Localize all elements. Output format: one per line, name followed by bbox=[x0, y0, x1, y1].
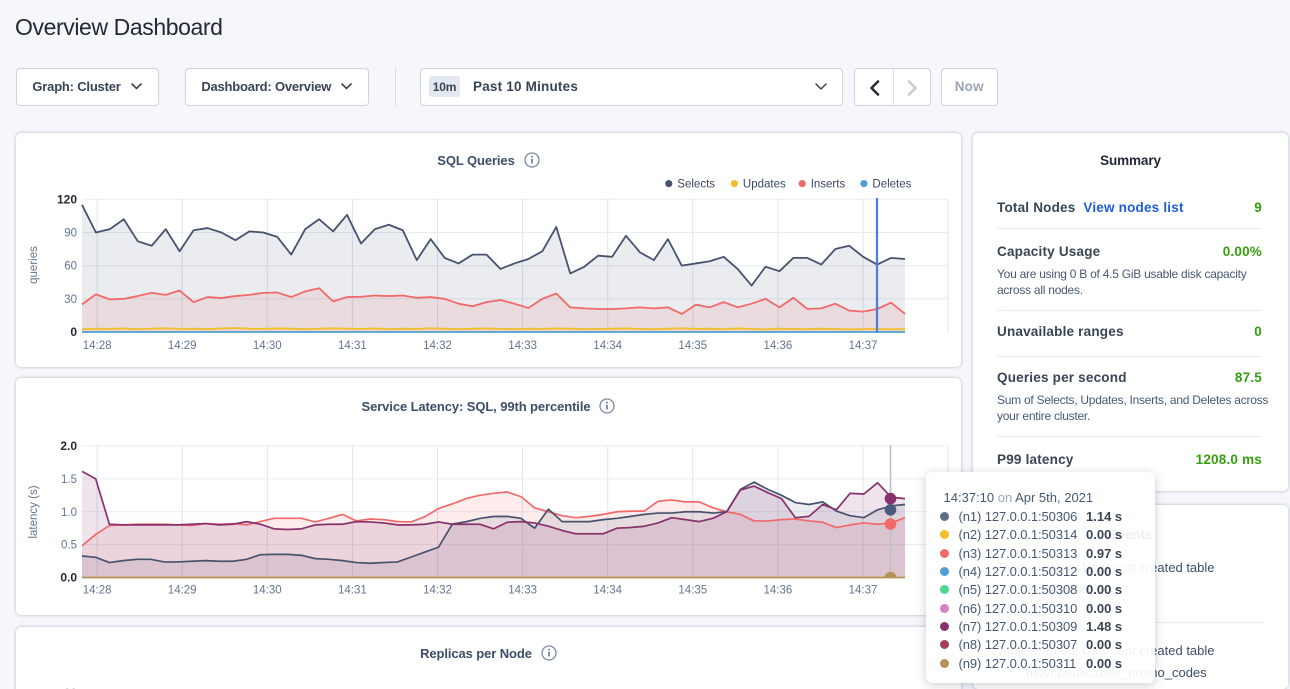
svg-text:90: 90 bbox=[64, 228, 77, 240]
svg-text:14:32: 14:32 bbox=[423, 340, 452, 352]
svg-text:1.0: 1.0 bbox=[61, 507, 77, 519]
svg-text:14:30: 14:30 bbox=[253, 340, 282, 352]
svg-text:0.0: 0.0 bbox=[60, 571, 77, 585]
svg-text:14:28: 14:28 bbox=[83, 585, 112, 597]
svg-text:Selects: Selects bbox=[677, 179, 715, 191]
svg-text:14:28: 14:28 bbox=[83, 340, 112, 352]
svg-text:120: 120 bbox=[57, 192, 77, 206]
svg-text:14:29: 14:29 bbox=[168, 340, 197, 352]
svg-text:14:31: 14:31 bbox=[338, 585, 367, 597]
svg-text:1.5: 1.5 bbox=[61, 474, 77, 486]
svg-text:30: 30 bbox=[64, 294, 77, 306]
svg-text:14:33: 14:33 bbox=[508, 340, 537, 352]
svg-text:Deletes: Deletes bbox=[872, 179, 911, 191]
svg-text:14:37: 14:37 bbox=[849, 340, 878, 352]
svg-text:0.5: 0.5 bbox=[61, 540, 77, 552]
svg-text:14:37: 14:37 bbox=[849, 585, 878, 597]
svg-text:14:34: 14:34 bbox=[593, 585, 622, 597]
svg-text:Updates: Updates bbox=[743, 179, 786, 191]
svg-text:0: 0 bbox=[70, 325, 77, 339]
svg-text:14:35: 14:35 bbox=[678, 340, 707, 352]
svg-text:14:30: 14:30 bbox=[253, 585, 282, 597]
svg-text:14:36: 14:36 bbox=[764, 585, 793, 597]
svg-text:latency (s): latency (s) bbox=[28, 485, 40, 538]
svg-text:14:29: 14:29 bbox=[168, 585, 197, 597]
svg-text:14:34: 14:34 bbox=[593, 340, 622, 352]
svg-text:Inserts: Inserts bbox=[811, 179, 846, 191]
svg-text:14:32: 14:32 bbox=[423, 585, 452, 597]
svg-text:queries: queries bbox=[28, 246, 40, 284]
svg-text:2.0: 2.0 bbox=[60, 439, 77, 453]
svg-text:14:36: 14:36 bbox=[764, 340, 793, 352]
svg-text:14:33: 14:33 bbox=[508, 585, 537, 597]
svg-text:60: 60 bbox=[64, 261, 77, 273]
svg-text:14:35: 14:35 bbox=[678, 585, 707, 597]
svg-text:14:31: 14:31 bbox=[338, 340, 367, 352]
